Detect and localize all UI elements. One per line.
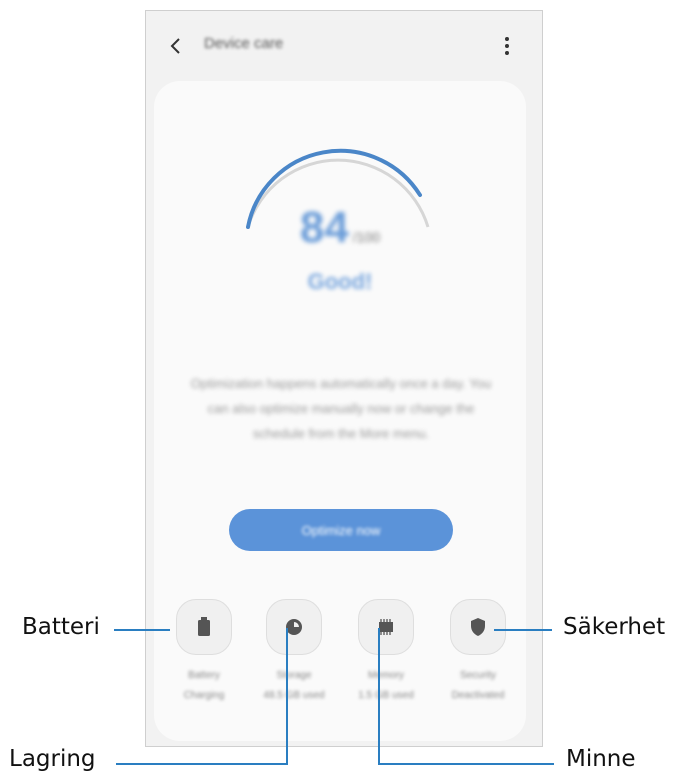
leader-line-storage-horizontal (116, 763, 288, 765)
leader-line-security (494, 629, 552, 631)
memory-button[interactable] (358, 599, 414, 655)
app-bar: Device care (146, 11, 542, 81)
optimize-now-button[interactable]: Optimize now (229, 509, 453, 551)
device-care-card: 84/100 Good! Optimization happens automa… (154, 81, 526, 741)
feature-name: Battery (188, 670, 220, 681)
shield-icon (471, 618, 485, 636)
score-max: /100 (352, 229, 381, 245)
back-arrow-icon[interactable] (168, 34, 184, 58)
feature-status: 1.5 GB used (358, 690, 414, 701)
score-value: 84 (299, 203, 349, 252)
feature-storage[interactable]: Storage 48.5 GB used (249, 599, 339, 701)
feature-security[interactable]: Security Deactivated (433, 599, 523, 701)
more-options-icon[interactable] (504, 36, 510, 56)
storage-button[interactable] (266, 599, 322, 655)
feature-status: Deactivated (451, 690, 505, 701)
phone-screen: Device care 84/100 Good! Optimization ha… (145, 10, 543, 747)
feature-name: Security (459, 670, 497, 681)
callout-battery: Batteri (22, 614, 100, 640)
feature-name: Memory (367, 670, 405, 681)
callout-memory: Minne (566, 746, 636, 772)
feature-name: Storage (276, 670, 312, 681)
app-title: Device care (204, 35, 284, 52)
optimize-button-label: Optimize now (301, 523, 381, 538)
leader-line-battery (114, 629, 170, 631)
feature-status: Charging (183, 690, 225, 701)
callout-storage: Lagring (9, 746, 96, 772)
callout-security: Säkerhet (563, 614, 666, 640)
battery-button[interactable] (176, 599, 232, 655)
leader-line-memory-vertical (378, 628, 380, 765)
optimization-description: Optimization happens automatically once … (190, 376, 492, 441)
feature-status: 48.5 GB used (263, 690, 325, 701)
feature-battery[interactable]: Battery Charging (159, 599, 249, 701)
score-status: Good! (307, 269, 373, 294)
leader-line-storage-vertical (286, 628, 288, 765)
score-readout: 84/100 (154, 203, 526, 253)
leader-line-memory-horizontal (380, 763, 554, 765)
battery-icon (198, 617, 210, 636)
security-button[interactable] (450, 599, 506, 655)
feature-memory[interactable]: Memory 1.5 GB used (341, 599, 431, 701)
